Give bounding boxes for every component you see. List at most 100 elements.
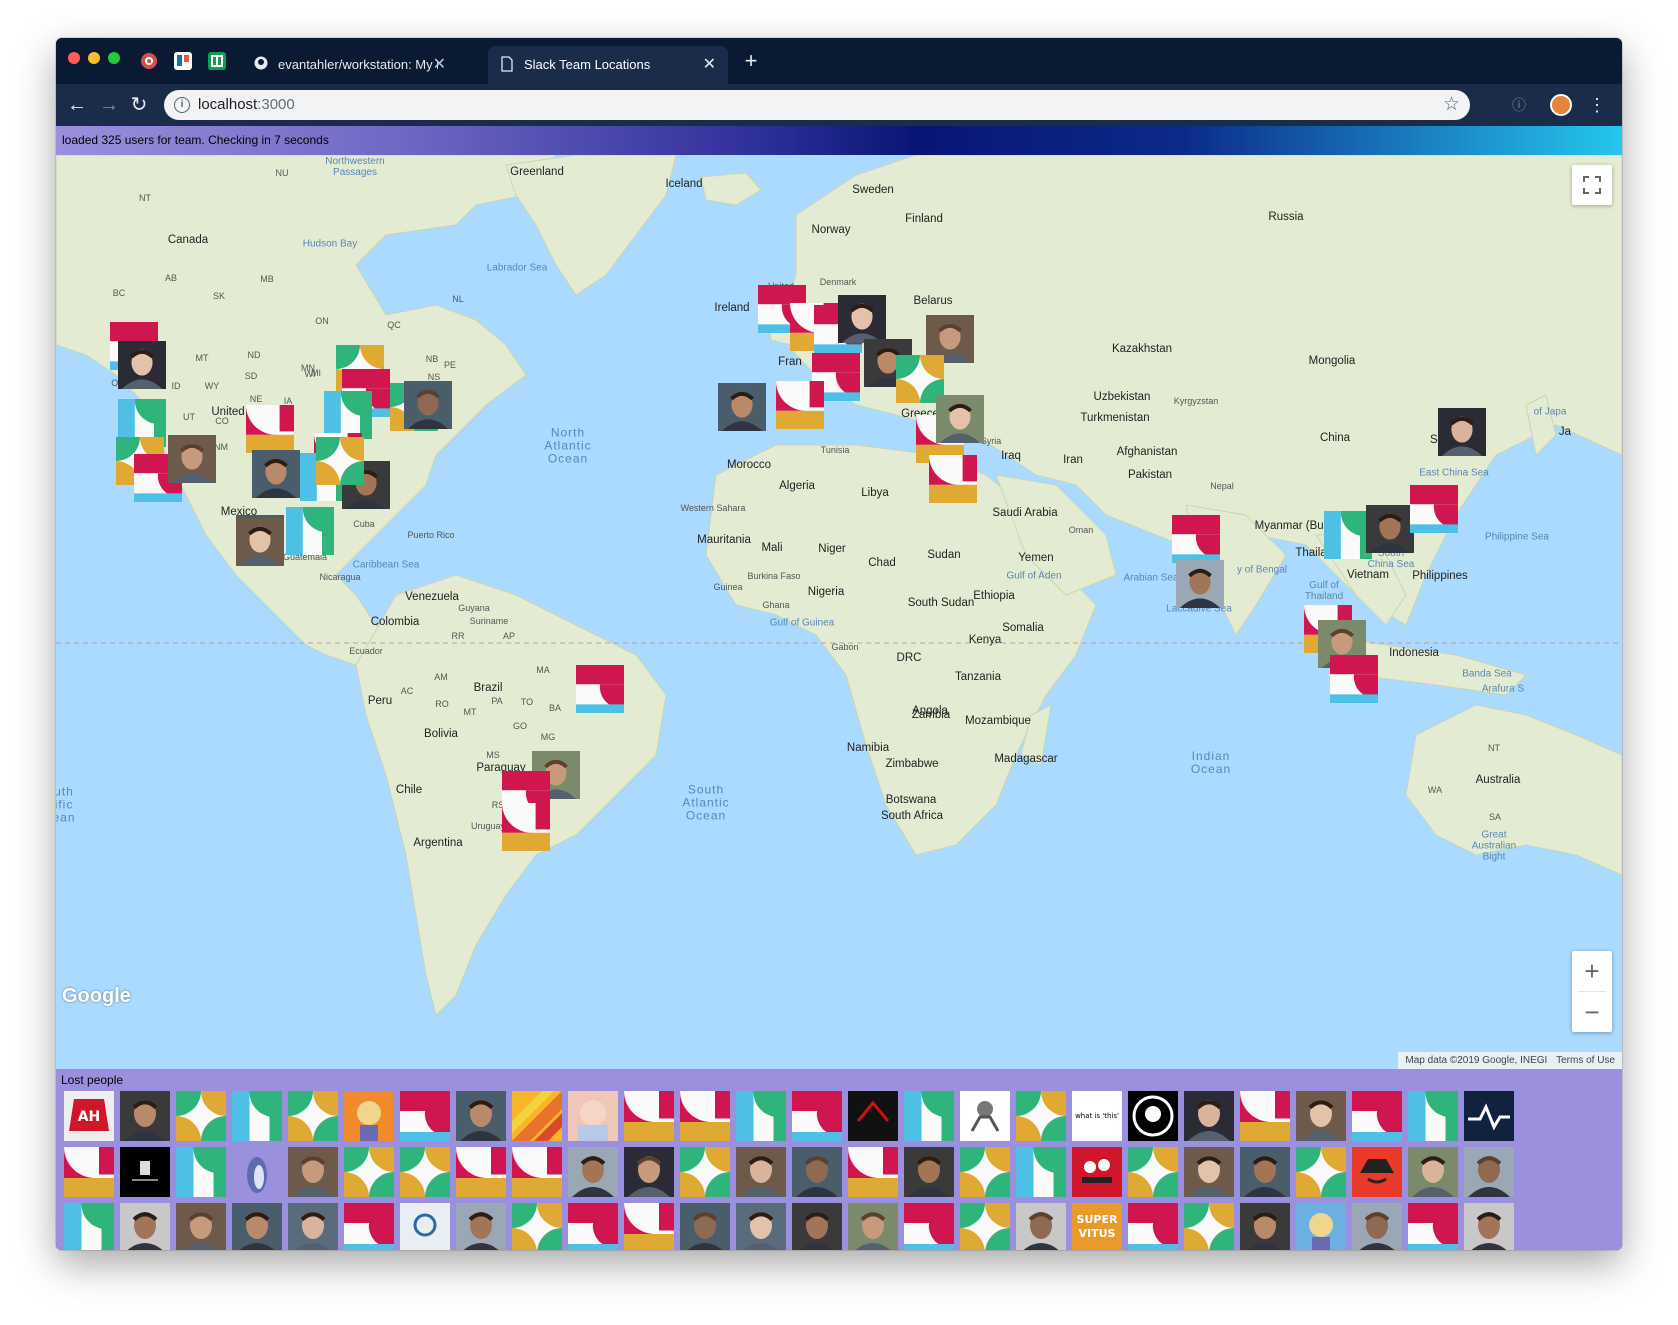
lost-person-avatar[interactable]: [960, 1091, 1010, 1141]
user-marker[interactable]: [1176, 560, 1224, 608]
lost-person-avatar[interactable]: [792, 1147, 842, 1197]
profile-avatar[interactable]: [1550, 94, 1572, 116]
lost-person-avatar[interactable]: [680, 1091, 730, 1141]
lost-person-avatar[interactable]: [288, 1091, 338, 1141]
lost-person-avatar[interactable]: [1128, 1203, 1178, 1250]
lost-person-avatar[interactable]: [1016, 1147, 1066, 1197]
lost-person-avatar[interactable]: [1128, 1091, 1178, 1141]
lost-person-avatar[interactable]: [64, 1203, 114, 1250]
user-marker[interactable]: [168, 435, 216, 483]
user-marker[interactable]: [718, 383, 766, 431]
lost-person-avatar[interactable]: [736, 1091, 786, 1141]
user-marker[interactable]: [1410, 485, 1458, 533]
lost-person-avatar[interactable]: [120, 1091, 170, 1141]
lost-person-avatar[interactable]: [848, 1091, 898, 1141]
reload-icon[interactable]: ↻: [126, 92, 152, 118]
user-marker[interactable]: [1366, 505, 1414, 553]
lost-person-avatar[interactable]: [1240, 1091, 1290, 1141]
tab-github[interactable]: evantahler/workstation: My ren ✕: [242, 46, 458, 84]
lost-person-avatar[interactable]: [1016, 1091, 1066, 1141]
lost-person-avatar[interactable]: [176, 1203, 226, 1250]
lost-person-avatar[interactable]: [232, 1147, 282, 1197]
lost-person-avatar[interactable]: [288, 1203, 338, 1250]
lost-person-avatar[interactable]: [1016, 1203, 1066, 1250]
lost-person-avatar[interactable]: SUPER VITUS: [1072, 1203, 1122, 1250]
lost-person-avatar[interactable]: [344, 1147, 394, 1197]
lost-person-avatar[interactable]: [680, 1147, 730, 1197]
user-marker[interactable]: [404, 381, 452, 429]
lost-person-avatar[interactable]: [64, 1147, 114, 1197]
lost-person-avatar[interactable]: [904, 1147, 954, 1197]
lost-person-avatar[interactable]: [120, 1147, 170, 1197]
fullscreen-button[interactable]: [1572, 165, 1612, 205]
user-marker[interactable]: [936, 395, 984, 443]
lost-person-avatar[interactable]: [792, 1203, 842, 1250]
user-marker[interactable]: [1438, 408, 1486, 456]
lost-person-avatar[interactable]: [1184, 1147, 1234, 1197]
lost-person-avatar[interactable]: [288, 1147, 338, 1197]
lost-person-avatar[interactable]: [736, 1203, 786, 1250]
bookmark-star-icon[interactable]: ☆: [1443, 93, 1460, 116]
world-map[interactable]: Greenland Iceland Sweden Finland Norway Russi…: [56, 155, 1622, 1069]
user-marker[interactable]: [236, 518, 284, 566]
lost-person-avatar[interactable]: [456, 1203, 506, 1250]
user-marker[interactable]: [246, 405, 294, 453]
user-marker[interactable]: [1324, 511, 1372, 559]
forward-arrow-icon[interactable]: →: [96, 92, 122, 118]
lost-person-avatar[interactable]: [400, 1203, 450, 1250]
address-bar[interactable]: i localhost:3000 ☆: [164, 90, 1470, 120]
lost-person-avatar[interactable]: [512, 1203, 562, 1250]
tab-close-icon[interactable]: ✕: [703, 54, 716, 74]
maximize-window-button[interactable]: [108, 52, 120, 64]
user-marker[interactable]: [316, 437, 364, 485]
tab-slack-team-locations[interactable]: Slack Team Locations ✕: [488, 46, 728, 84]
new-tab-button[interactable]: +: [738, 48, 764, 74]
lost-person-avatar[interactable]: [1464, 1147, 1514, 1197]
lost-person-avatar[interactable]: [1184, 1091, 1234, 1141]
user-marker[interactable]: [324, 391, 372, 439]
lost-person-avatar[interactable]: [1352, 1203, 1402, 1250]
lost-person-avatar[interactable]: [736, 1147, 786, 1197]
user-marker[interactable]: [776, 381, 824, 429]
lost-person-avatar[interactable]: [176, 1091, 226, 1141]
zoom-in-button[interactable]: +: [1572, 951, 1612, 991]
user-marker[interactable]: [929, 455, 977, 503]
lost-person-avatar[interactable]: [624, 1147, 674, 1197]
lost-person-avatar[interactable]: [400, 1091, 450, 1141]
info-icon[interactable]: i: [174, 97, 190, 113]
lost-person-avatar[interactable]: [1128, 1147, 1178, 1197]
lost-person-avatar[interactable]: [1240, 1147, 1290, 1197]
user-marker[interactable]: [1172, 515, 1220, 563]
lost-person-avatar[interactable]: [624, 1203, 674, 1250]
lost-person-avatar[interactable]: [1184, 1203, 1234, 1250]
lost-person-avatar[interactable]: [512, 1091, 562, 1141]
extension-info-icon[interactable]: ⓘ: [1506, 92, 1532, 118]
lost-person-avatar[interactable]: [568, 1091, 618, 1141]
lost-person-avatar[interactable]: [232, 1203, 282, 1250]
lost-person-avatar[interactable]: [960, 1147, 1010, 1197]
back-arrow-icon[interactable]: ←: [64, 92, 90, 118]
lost-person-avatar[interactable]: [624, 1091, 674, 1141]
user-marker[interactable]: [1330, 655, 1378, 703]
lost-person-avatar[interactable]: [1296, 1203, 1346, 1250]
lost-person-avatar[interactable]: [568, 1147, 618, 1197]
lost-person-avatar[interactable]: [848, 1203, 898, 1250]
lost-person-avatar[interactable]: [1408, 1147, 1458, 1197]
lost-person-avatar[interactable]: [1296, 1091, 1346, 1141]
lost-person-avatar[interactable]: [1408, 1091, 1458, 1141]
lost-person-avatar[interactable]: [344, 1091, 394, 1141]
lost-person-avatar[interactable]: [1352, 1091, 1402, 1141]
lost-person-avatar[interactable]: [1072, 1147, 1122, 1197]
lost-person-avatar[interactable]: [1464, 1203, 1514, 1250]
trello-icon[interactable]: [174, 52, 192, 70]
lost-person-avatar[interactable]: [512, 1147, 562, 1197]
lost-person-avatar[interactable]: [1352, 1147, 1402, 1197]
lost-person-avatar[interactable]: [904, 1091, 954, 1141]
zoom-out-button[interactable]: −: [1572, 992, 1612, 1032]
lost-person-avatar[interactable]: [344, 1203, 394, 1250]
extension-icon[interactable]: [140, 52, 158, 70]
lost-person-avatar[interactable]: [400, 1147, 450, 1197]
lost-person-avatar[interactable]: [456, 1091, 506, 1141]
minimize-window-button[interactable]: [88, 52, 100, 64]
lost-person-avatar[interactable]: [232, 1091, 282, 1141]
